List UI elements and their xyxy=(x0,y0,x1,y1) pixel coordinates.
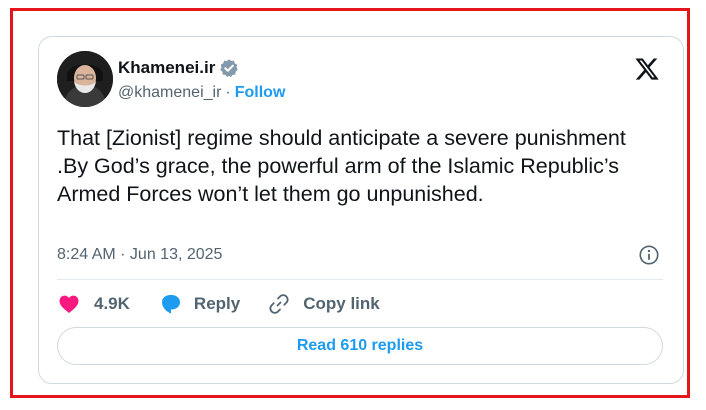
author-name-row[interactable]: Khamenei.ir xyxy=(118,58,239,78)
avatar-image xyxy=(57,51,113,107)
reply-button[interactable]: Reply xyxy=(159,292,240,316)
reply-bubble-icon xyxy=(161,295,180,314)
link-icon xyxy=(269,294,289,314)
author-name[interactable]: Khamenei.ir xyxy=(118,58,215,78)
follow-button[interactable]: Follow xyxy=(235,84,286,102)
info-icon[interactable] xyxy=(638,244,660,266)
tweet-timestamp[interactable]: 8:24 AM · Jun 13, 2025 xyxy=(57,246,222,264)
copy-link-button[interactable]: Copy link xyxy=(267,292,380,316)
copy-link-label: Copy link xyxy=(303,294,380,313)
like-button[interactable]: 4.9K xyxy=(57,292,130,316)
author-handle[interactable]: @khamenei_ir xyxy=(118,84,221,102)
divider xyxy=(57,279,663,280)
x-logo-icon[interactable] xyxy=(634,56,660,82)
avatar[interactable] xyxy=(57,51,113,107)
like-count: 4.9K xyxy=(94,294,130,313)
author-handle-row: @khamenei_ir · Follow xyxy=(118,84,285,102)
read-replies-label: Read 610 replies xyxy=(296,337,424,354)
action-bar: 4.9K Reply Copy link xyxy=(57,290,380,318)
tweet-text: That [Zionist] regime should anticipate … xyxy=(57,126,626,206)
reply-label: Reply xyxy=(193,294,241,313)
read-replies-button[interactable]: Read 610 replies xyxy=(57,327,663,365)
verified-badge-icon xyxy=(220,59,239,78)
heart-icon xyxy=(59,295,79,313)
handle-separator: · xyxy=(225,84,231,101)
